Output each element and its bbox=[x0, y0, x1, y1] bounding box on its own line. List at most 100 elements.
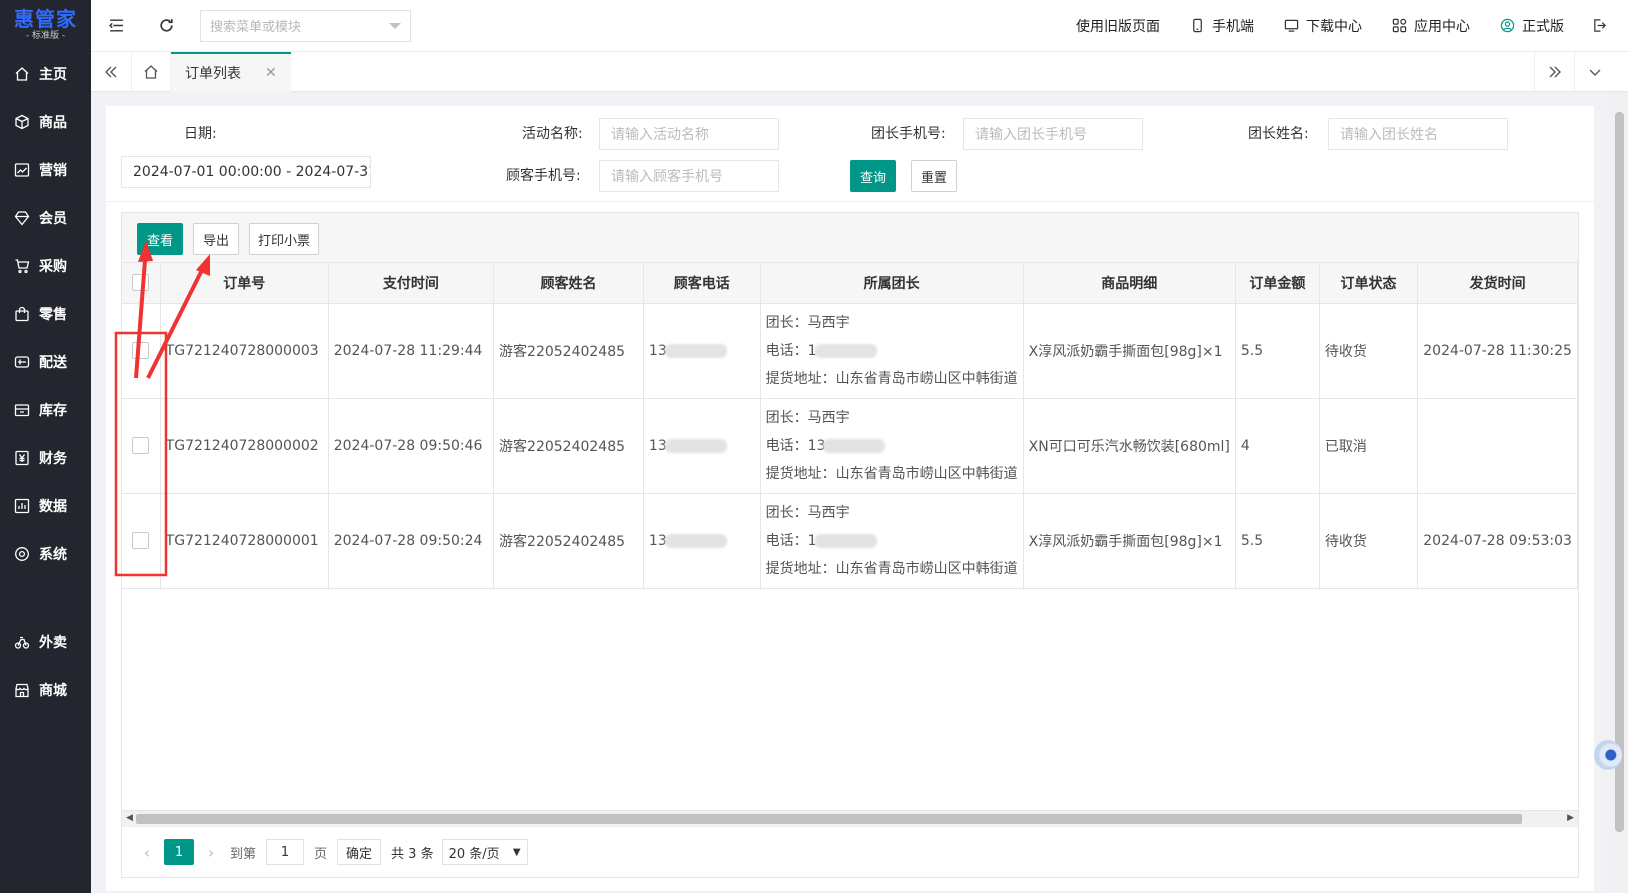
column-header: 订单状态 bbox=[1319, 263, 1419, 304]
sidebar-item-1[interactable]: 商品 bbox=[0, 98, 91, 146]
order-amount-cell: 5.5 bbox=[1235, 493, 1320, 589]
leader-name-label: 团长姓名: bbox=[1248, 126, 1309, 142]
sidebar-item-4[interactable]: 采购 bbox=[0, 242, 91, 290]
page-unit-label: 页 bbox=[314, 846, 328, 862]
leader-phone-text: 电话：13 bbox=[765, 437, 826, 454]
order-no-cell: TG721240728000002 bbox=[160, 398, 329, 494]
box-icon bbox=[15, 114, 29, 130]
sidebar-item-8[interactable]: 财务 bbox=[0, 434, 91, 482]
sidebar-item-label: 会员 bbox=[39, 211, 67, 227]
column-header: 所属团长 bbox=[760, 263, 1024, 304]
download-center-link[interactable]: 下载中心 bbox=[1284, 16, 1362, 36]
order-status-cell: 已取消 bbox=[1319, 398, 1419, 494]
next-page-icon[interactable]: › bbox=[200, 843, 222, 862]
leader-phone-input[interactable]: 请输入团长手机号 bbox=[963, 118, 1143, 150]
leader-name-input[interactable]: 请输入团长姓名 bbox=[1328, 118, 1508, 150]
redacted-blur bbox=[664, 343, 727, 358]
sidebar-item-9[interactable]: 数据 bbox=[0, 482, 91, 530]
sidebar-item-label: 营销 bbox=[39, 163, 67, 179]
column-header: 商品明细 bbox=[1023, 263, 1236, 304]
sidebar-item-5[interactable]: 零售 bbox=[0, 290, 91, 338]
tab-home[interactable] bbox=[131, 51, 171, 92]
export-button[interactable]: 导出 bbox=[193, 223, 239, 255]
goto-page-input[interactable]: 1 bbox=[266, 839, 305, 865]
select-all-checkbox[interactable] bbox=[132, 274, 150, 292]
chevron-down-icon: ▼ bbox=[512, 846, 521, 858]
table-row[interactable]: TG721240728000001 2024-07-28 09:50:24 游客22… bbox=[122, 493, 1578, 589]
logout-button[interactable] bbox=[1592, 18, 1614, 33]
date-range-input[interactable]: 2024-07-01 00:00:00 - 2024-07-31 23:59:5… bbox=[121, 156, 371, 188]
view-button[interactable]: 查看 bbox=[137, 223, 183, 255]
query-button[interactable]: 查询 bbox=[850, 160, 896, 192]
redacted-blur bbox=[814, 343, 877, 358]
row-checkbox[interactable] bbox=[132, 532, 150, 549]
current-page-button[interactable]: 1 bbox=[164, 839, 194, 865]
row-select-cell bbox=[122, 303, 161, 399]
menu-toggle-button[interactable] bbox=[91, 0, 141, 52]
print-receipt-button[interactable]: 打印小票 bbox=[249, 223, 319, 255]
leader-cell: 团长：马西宇 电话：1 提货地址：山东省青岛市崂山区中韩街道 bbox=[760, 493, 1024, 589]
brand-logo[interactable]: 惠管家 - 标准版 - bbox=[0, 0, 91, 50]
sidebar: 惠管家 - 标准版 - 主页 商品营销会员采购 零售 配送库存财务 数据系统 外卖 商城 bbox=[0, 0, 91, 893]
logout-icon bbox=[1594, 19, 1606, 32]
sidebar-item-0[interactable]: 主页 bbox=[0, 50, 91, 98]
double-chevron-left-icon bbox=[105, 66, 117, 77]
sidebar-item-6[interactable]: 配送 bbox=[0, 338, 91, 386]
sidebar-item-label: 系统 bbox=[39, 547, 67, 563]
tabs-menu-button[interactable] bbox=[1574, 51, 1614, 92]
leader-phone-line: 电话：1 bbox=[766, 527, 1018, 555]
order-table-panel: 查看 导出 打印小票 订单号 支付时间 顾客姓名 顾客电话 所属团长 商品明细 订单金额 订单… bbox=[121, 212, 1579, 878]
prev-page-icon[interactable]: ‹ bbox=[136, 843, 158, 862]
scroll-right-arrow-icon[interactable]: ▶ bbox=[1567, 813, 1574, 823]
menu-search-select[interactable]: 搜索菜单或模块 bbox=[200, 9, 411, 42]
customer-phone-input[interactable]: 请输入顾客手机号 bbox=[599, 160, 779, 192]
bike-icon bbox=[14, 636, 30, 649]
select-all-cell bbox=[122, 263, 161, 304]
horizontal-scroll-thumb[interactable] bbox=[136, 814, 1522, 824]
sidebar-item-7[interactable]: 库存 bbox=[0, 386, 91, 434]
tab-order-list-label: 订单列表 bbox=[185, 65, 241, 82]
user-icon bbox=[1500, 18, 1515, 33]
page-size-select[interactable]: 20 条/页 ▼ bbox=[441, 839, 528, 865]
table-row[interactable]: TG721240728000002 2024-07-28 09:50:46 游客22… bbox=[122, 398, 1578, 494]
monitor-icon bbox=[1284, 19, 1299, 32]
close-icon[interactable]: ✕ bbox=[265, 65, 277, 81]
leader-cell: 团长：马西宇 电话：1 提货地址：山东省青岛市崂山区中韩街道 bbox=[760, 303, 1024, 399]
mobile-link[interactable]: 手机端 bbox=[1190, 16, 1254, 36]
tabs-scroll-left-button[interactable] bbox=[91, 52, 131, 92]
old-page-link[interactable]: 使用旧版页面 bbox=[1076, 16, 1160, 36]
vertical-scroll-thumb[interactable] bbox=[1615, 112, 1624, 832]
tabs-scroll-right-button[interactable] bbox=[1534, 51, 1574, 92]
chevron-down-icon bbox=[1589, 69, 1600, 76]
column-header: 订单号 bbox=[160, 263, 329, 304]
scroll-left-arrow-icon[interactable]: ◀ bbox=[126, 813, 133, 823]
floating-assistant-icon[interactable] bbox=[1594, 740, 1622, 770]
row-checkbox[interactable] bbox=[132, 342, 150, 359]
sidebar-item-10[interactable]: 系统 bbox=[0, 530, 91, 578]
activity-label: 活动名称: bbox=[522, 126, 583, 142]
row-select-cell bbox=[122, 398, 161, 494]
pay-time-cell: 2024-07-28 09:50:46 bbox=[328, 398, 495, 494]
sidebar-item-x0[interactable]: 外卖 bbox=[0, 618, 91, 666]
menu-search-placeholder: 搜索菜单或模块 bbox=[210, 20, 302, 35]
bag-icon bbox=[15, 306, 29, 322]
customer-name-cell: 游客22052402485 bbox=[493, 493, 644, 589]
table-row[interactable]: TG721240728000003 2024-07-28 11:29:44 游客22… bbox=[122, 303, 1578, 399]
tab-order-list[interactable]: 订单列表 ✕ bbox=[171, 51, 291, 92]
activity-input[interactable]: 请输入活动名称 bbox=[599, 118, 779, 150]
refresh-button[interactable] bbox=[141, 0, 191, 52]
horizontal-scrollbar[interactable]: ◀ ▶ bbox=[122, 810, 1578, 827]
sidebar-item-3[interactable]: 会员 bbox=[0, 194, 91, 242]
row-checkbox[interactable] bbox=[132, 437, 150, 454]
sidebar-item-x1[interactable]: 商城 bbox=[0, 666, 91, 714]
user-menu[interactable]: 正式版 bbox=[1500, 16, 1564, 36]
sidebar-item-label: 库存 bbox=[39, 403, 67, 419]
goto-confirm-button[interactable]: 确定 bbox=[337, 839, 382, 865]
column-header: 发货时间 bbox=[1417, 263, 1578, 304]
reset-button[interactable]: 重置 bbox=[911, 160, 957, 192]
app-center-link[interactable]: 应用中心 bbox=[1392, 16, 1470, 36]
customer-name-cell: 游客22052402485 bbox=[493, 303, 644, 399]
page-vertical-scrollbar[interactable] bbox=[1611, 92, 1628, 893]
mobile-label: 手机端 bbox=[1212, 18, 1254, 35]
sidebar-item-2[interactable]: 营销 bbox=[0, 146, 91, 194]
